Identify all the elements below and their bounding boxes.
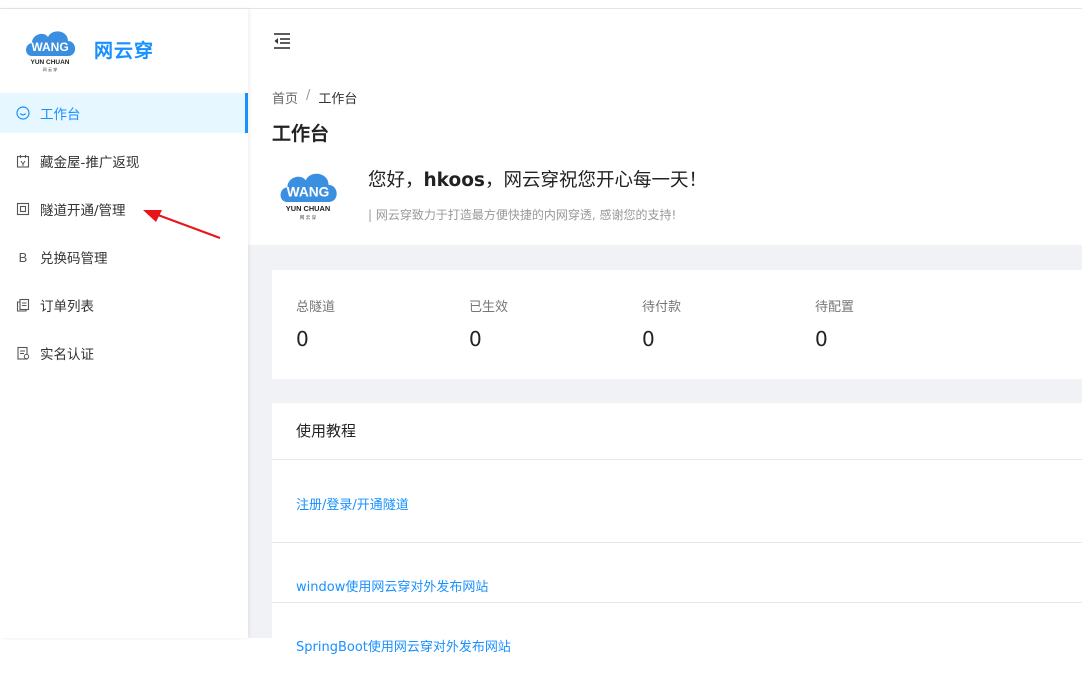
- stat-pending-payment: 待付款 0: [642, 296, 681, 351]
- greeting-suffix: ，网云穿祝您开心每一天！: [484, 170, 707, 191]
- stat-value: 0: [469, 327, 482, 351]
- breadcrumb-current: 工作台: [318, 92, 358, 107]
- tutorial-link-springboot[interactable]: SpringBoot使用网云穿对外发布网站: [272, 603, 1082, 663]
- greeting-subtitle: | 网云穿致力于打造最方便快捷的内网穿透, 感谢您的支持!: [368, 208, 677, 222]
- sidebar-item-label: 工作台: [40, 107, 81, 123]
- stat-label: 已生效: [469, 300, 509, 315]
- stats-card: 总隧道 0 已生效 0 待付款 0 待配置 0: [272, 270, 1082, 379]
- greeting-prefix: 您好，: [368, 170, 424, 191]
- stat-pending-config: 待配置 0: [815, 296, 854, 351]
- breadcrumb-separator: /: [306, 88, 311, 103]
- stat-total-tunnels: 总隧道 0: [296, 296, 335, 351]
- tutorial-link-windows[interactable]: window使用网云穿对外发布网站: [272, 543, 1082, 603]
- brand-name: 网云穿: [94, 39, 155, 62]
- brand-logo: WANG YUN CHUAN 网 云 穿: [22, 24, 78, 74]
- tunnel-icon: [16, 202, 30, 216]
- sidebar-nav: 工作台 藏金屋-推广返现 隧道开通/管理 B 兑换码管理 订单列表 实名认证: [0, 93, 248, 381]
- svg-text:YUN CHUAN: YUN CHUAN: [31, 59, 70, 66]
- svg-text:WANG: WANG: [31, 40, 68, 54]
- sidebar-item-orders[interactable]: 订单列表: [0, 285, 248, 325]
- b-icon: B: [16, 250, 30, 264]
- stat-label: 待配置: [815, 300, 855, 315]
- breadcrumb-home[interactable]: 首页: [272, 88, 298, 107]
- stat-active: 已生效 0: [469, 296, 508, 351]
- main-area: 首页 / 工作台 工作台 WANG YUN CHUAN 网 云 穿 您好，hko…: [248, 9, 1082, 655]
- sidebar-item-tunnels[interactable]: 隧道开通/管理: [0, 189, 248, 229]
- tutorial-link-register[interactable]: 注册/登录/开通隧道: [272, 460, 1082, 543]
- svg-text:YUN CHUAN: YUN CHUAN: [286, 204, 330, 213]
- dashboard-icon: [16, 106, 30, 120]
- stat-value: 0: [815, 327, 828, 351]
- stat-value: 0: [296, 327, 309, 351]
- stat-label: 总隧道: [296, 300, 336, 315]
- page-header: 首页 / 工作台 工作台 WANG YUN CHUAN 网 云 穿 您好，hko…: [248, 73, 1082, 245]
- sidebar-item-label: 实名认证: [40, 347, 94, 363]
- brand[interactable]: WANG YUN CHUAN 网 云 穿 网云穿: [22, 19, 154, 79]
- sidebar-item-label: 兑换码管理: [40, 251, 108, 267]
- stat-label: 待付款: [642, 300, 682, 315]
- sidebar-item-label: 隧道开通/管理: [40, 203, 126, 219]
- svg-text:WANG: WANG: [287, 184, 330, 199]
- svg-text:网 云 穿: 网 云 穿: [43, 66, 58, 72]
- sidebar-item-promotion[interactable]: 藏金屋-推广返现: [0, 141, 248, 181]
- breadcrumb: 首页 / 工作台: [272, 88, 357, 107]
- calendar-icon: [16, 154, 30, 168]
- page-title: 工作台: [272, 123, 330, 145]
- stat-value: 0: [642, 327, 655, 351]
- sidebar-item-label: 订单列表: [40, 299, 94, 315]
- sidebar-item-verification[interactable]: 实名认证: [0, 333, 248, 373]
- copy-icon: [16, 298, 30, 312]
- svg-text:B: B: [19, 250, 28, 264]
- sidebar-item-redeem-codes[interactable]: B 兑换码管理: [0, 237, 248, 277]
- svg-text:网 云 穿: 网 云 穿: [300, 214, 317, 221]
- sidebar-item-label: 藏金屋-推广返现: [40, 155, 140, 171]
- tutorial-title: 使用教程: [272, 403, 1082, 460]
- welcome-logo: WANG YUN CHUAN 网 云 穿: [276, 165, 340, 223]
- sidebar-item-workbench[interactable]: 工作台: [0, 93, 248, 133]
- sidebar: WANG YUN CHUAN 网 云 穿 网云穿 工作台 藏金屋-推广返现 隧道…: [0, 9, 248, 638]
- menu-fold-icon[interactable]: [272, 31, 292, 51]
- username: hkoos: [423, 170, 485, 191]
- tutorial-card: 使用教程 注册/登录/开通隧道 window使用网云穿对外发布网站 Spring…: [272, 403, 1082, 655]
- greeting: 您好，hkoos，网云穿祝您开心每一天！: [368, 166, 707, 192]
- top-header: [248, 9, 1082, 73]
- id-icon: [16, 346, 30, 360]
